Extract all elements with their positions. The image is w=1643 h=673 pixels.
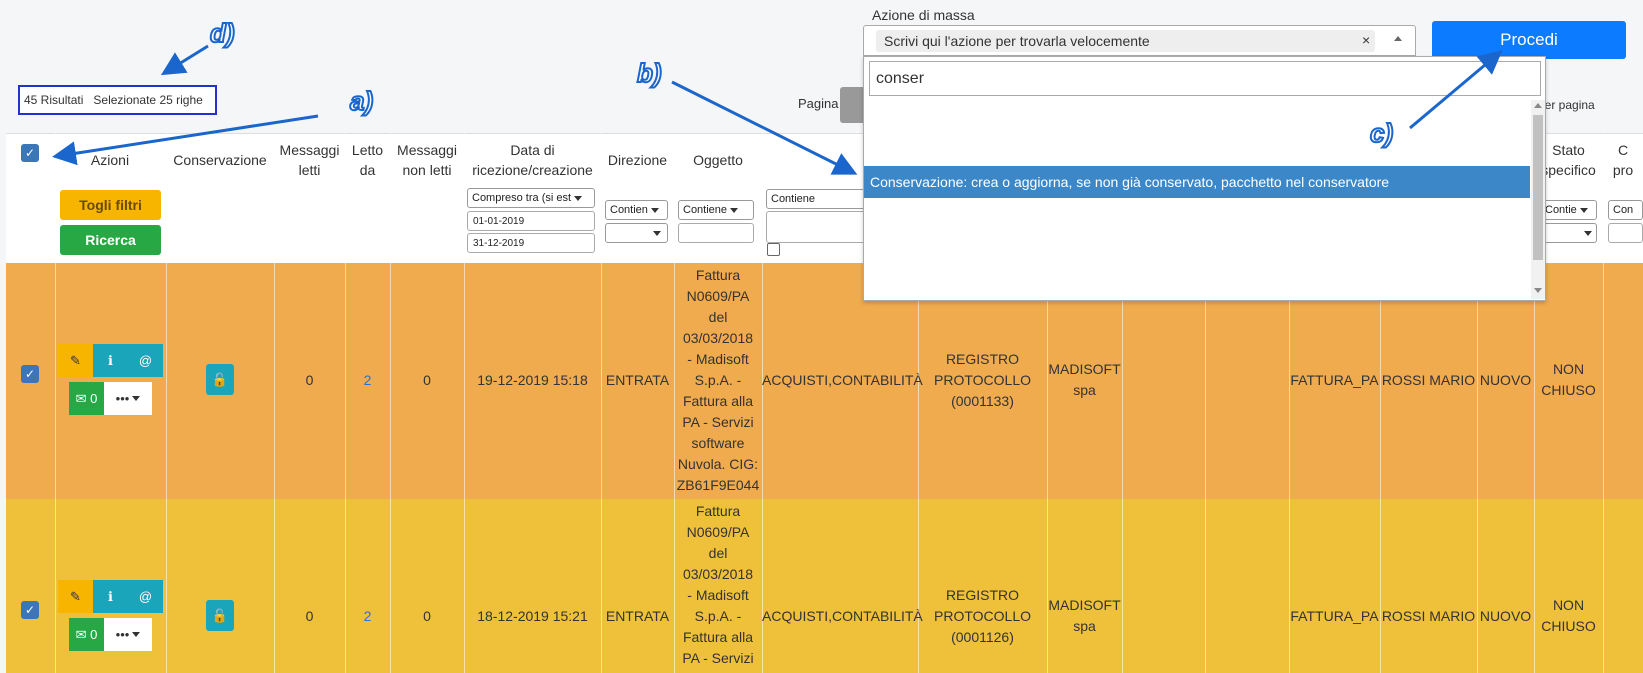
column-messaggi-letti: Messaggi letti (279, 142, 340, 178)
annotation-c: c) (1369, 117, 1394, 149)
settori-filter-select[interactable]: Contiene (766, 189, 866, 209)
tipo-value: FATTURA_PA (1290, 608, 1379, 624)
column-azioni: Azioni (90, 152, 130, 168)
stato-value: NUOVO (1479, 372, 1532, 388)
edit-icon[interactable]: ✎ (58, 580, 93, 613)
assegnatario-value: ROSSI MARIO (1381, 372, 1476, 388)
column-oggetto: Oggetto (693, 152, 743, 168)
direzione-filter-select[interactable]: Contien (605, 200, 668, 220)
annotation-d: d) (209, 17, 236, 49)
letto-da-link[interactable]: 2 (345, 606, 390, 627)
oggetto-value: Fattura N0609/PA del 03/03/2018- Madisoft S.… (676, 267, 760, 493)
unlock-icon[interactable]: 🔓 (206, 364, 234, 395)
data-value: 18-12-2019 15:21 (477, 608, 588, 624)
stato-specifico-value-select[interactable] (1540, 223, 1597, 243)
mittente-value: MADISOFT spa (1048, 597, 1121, 634)
column-letto-da: Letto da (351, 142, 384, 178)
email-icon[interactable]: @ (128, 344, 163, 377)
messages-button[interactable]: ✉ 0 (69, 618, 104, 651)
scroll-up-icon[interactable] (1534, 103, 1542, 108)
stato-value: NUOVO (1479, 608, 1532, 624)
togli-filtri-button[interactable]: Togli filtri (60, 190, 161, 220)
messaggi-letti-value: 0 (305, 608, 314, 624)
messaggi-letti-value: 0 (305, 372, 314, 388)
messages-button[interactable]: ✉ 0 (69, 382, 104, 415)
settori-value: ACQUISTI,CONTABILITÀ (762, 608, 923, 624)
scroll-down-icon[interactable] (1534, 288, 1542, 293)
annotation-b: b) (636, 57, 663, 89)
procedi-button[interactable]: Procedi (1432, 21, 1626, 59)
date-filter-mode-select[interactable]: Compreso tra (si est (467, 188, 595, 208)
stato-specifico-value: NON CHIUSO (1541, 361, 1596, 398)
direzione-value: ENTRATA (605, 372, 670, 388)
table-row (6, 499, 1643, 673)
assegnatario-value: ROSSI MARIO (1381, 608, 1476, 624)
column-data: Data di ricezione/creazione (472, 142, 593, 178)
column-direzione: Direzione (607, 152, 668, 168)
dropdown-scrollbar-thumb[interactable] (1533, 115, 1543, 260)
non-letti-value: 0 (423, 608, 431, 624)
data-value: 19-12-2019 15:18 (477, 372, 588, 388)
column-conservazione: Conservazione (173, 152, 267, 168)
oggetto-value: Fattura N0609/PA del 03/03/2018- Madisoft S.… (682, 503, 754, 666)
caret-up-icon[interactable] (1394, 36, 1402, 41)
edit-icon[interactable]: ✎ (58, 344, 93, 377)
email-icon[interactable]: @ (128, 580, 163, 613)
oggetto-filter-select[interactable]: Contiene (678, 200, 754, 220)
registro-value: REGISTRO PROTOCOLLO (0001126) (934, 587, 1031, 645)
settori-filter-checkbox[interactable] (767, 243, 780, 256)
info-icon[interactable]: ℹ (93, 344, 128, 377)
results-summary: 45 Risultati Selezionate 25 righe (18, 85, 217, 115)
mass-action-selected[interactable]: Scrivi qui l'azione per trovarla velocem… (876, 30, 1375, 52)
more-actions-button[interactable]: ••• (104, 382, 152, 415)
select-all-checkbox[interactable]: ✓ (21, 144, 39, 162)
last-filter-select[interactable]: Con (1608, 200, 1643, 220)
date-from-input[interactable]: 01-01-2019 (467, 211, 595, 231)
row-checkbox[interactable]: ✓ (21, 601, 39, 619)
dropdown-option-conservazione[interactable]: Conservazione: crea o aggiorna, se non g… (864, 166, 1530, 198)
pagina-label: Pagina (798, 96, 839, 111)
oggetto-filter-input[interactable] (678, 223, 754, 243)
settori-filter-input[interactable] (766, 211, 866, 243)
registro-value: REGISTRO PROTOCOLLO (0001133) (934, 351, 1031, 409)
direzione-value-select[interactable] (605, 223, 668, 243)
annotation-a: a) (349, 85, 374, 117)
stato-specifico-filter-select[interactable]: Contie (1540, 200, 1597, 220)
selected-rows-count: Selezionate 25 righe (93, 93, 203, 107)
non-letti-value: 0 (423, 372, 431, 388)
settori-value: ACQUISTI,CONTABILITÀ (762, 372, 923, 388)
column-messaggi-non-letti: Messaggi non letti (397, 142, 457, 178)
tipo-value: FATTURA_PA (1290, 372, 1379, 388)
stato-specifico-value: NON CHIUSO (1541, 597, 1596, 634)
info-icon[interactable]: ℹ (93, 580, 128, 613)
row-checkbox[interactable]: ✓ (21, 365, 39, 383)
unlock-icon[interactable]: 🔓 (206, 600, 234, 631)
clear-selection-icon[interactable]: × (1362, 32, 1370, 48)
date-to-input[interactable]: 31-12-2019 (467, 233, 595, 253)
results-count: 45 Risultati (24, 93, 84, 107)
more-actions-button[interactable]: ••• (104, 618, 152, 651)
last-filter-input[interactable] (1608, 223, 1643, 243)
ricerca-button[interactable]: Ricerca (60, 225, 161, 255)
mittente-value: MADISOFT spa (1048, 361, 1121, 398)
mass-action-search-input[interactable]: conser (869, 61, 1541, 96)
mass-action-label: Azione di massa (872, 7, 975, 23)
column-last: Cpro (1612, 142, 1634, 178)
letto-da-link[interactable]: 2 (345, 370, 390, 391)
direzione-value: ENTRATA (605, 608, 670, 624)
